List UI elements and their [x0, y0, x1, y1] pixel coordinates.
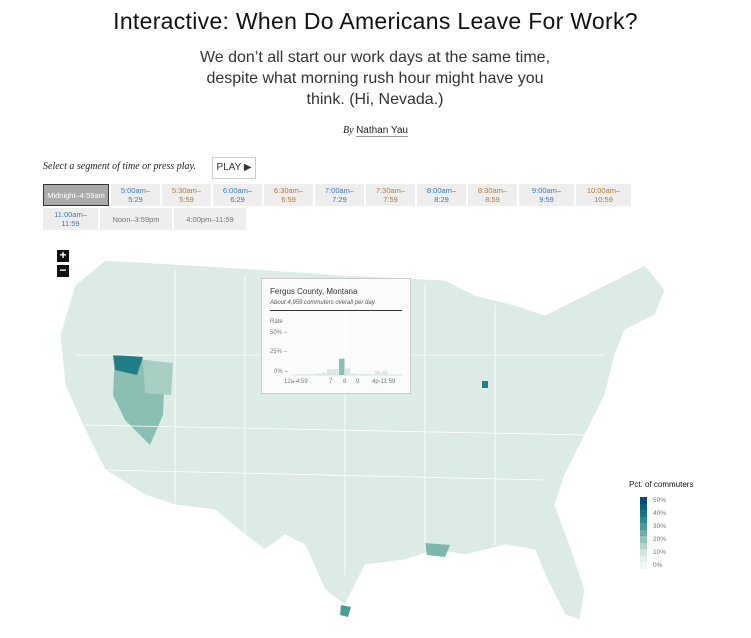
color-legend: Pct. of commuters 50% 40% 30% 20% 10% 0% [629, 480, 693, 569]
histogram-bar [315, 373, 321, 375]
histogram-bar [327, 369, 333, 375]
legend-label: 0% [653, 561, 663, 569]
histogram-bar [382, 371, 388, 375]
x-tick: 4p-11:59 [372, 379, 396, 385]
time-segment[interactable]: 8:00am– 8:29 [417, 184, 466, 206]
region-louisiana [425, 543, 450, 557]
time-segment[interactable]: 6:30am– 6:59 [264, 184, 313, 206]
region-utah [143, 360, 173, 395]
legend-swatch [640, 562, 647, 569]
play-button[interactable]: PLAY ▶ [212, 157, 256, 179]
byline-by: By [343, 125, 354, 136]
histogram-bar [375, 371, 381, 375]
histogram-bar [321, 372, 327, 375]
time-segment[interactable]: 4:00pm–11:59 [174, 208, 246, 230]
time-segment[interactable]: Midnight–4:59am [43, 184, 109, 206]
author-link[interactable]: Nathan Yau [356, 125, 408, 137]
time-segment[interactable]: 8:30am– 8:59 [468, 184, 517, 206]
x-tick: 8 [343, 379, 347, 385]
time-segment[interactable]: 7:30am– 7:59 [366, 184, 415, 206]
time-segment[interactable]: 10:00am– 10:59 [576, 184, 631, 206]
time-segment-selector: Midnight–4:59am 5:00am– 5:29 5:30am– 5:59 6… [43, 184, 633, 230]
legend-label: 50% [653, 496, 667, 504]
histogram-bar [358, 374, 364, 375]
histogram-bar [333, 369, 339, 375]
histogram-bar [351, 373, 357, 375]
time-segment[interactable]: 7:00am– 7:29 [315, 184, 364, 206]
rate-histogram [292, 358, 402, 376]
legend-label: 40% [653, 509, 667, 517]
time-segment[interactable]: Noon–3:59pm [100, 208, 172, 230]
instruction-text: Select a segment of time or press play. [43, 161, 196, 172]
county-tooltip: Fergus County, Montana About 4,959 commu… [261, 278, 411, 394]
byline: By Nathan Yau [0, 125, 751, 137]
x-tick: 9 [356, 379, 360, 385]
x-tick: 12a-4:59 [284, 379, 308, 385]
x-tick: 7 [329, 379, 333, 385]
time-segment[interactable]: 6:00am– 6:29 [213, 184, 262, 206]
histogram-bar [297, 374, 303, 375]
region-florida [340, 605, 351, 617]
legend-label: 10% [653, 548, 667, 556]
histogram-bar [345, 368, 351, 375]
legend-item: 0% [629, 562, 693, 569]
time-segment[interactable]: 5:30am– 5:59 [162, 184, 211, 206]
legend-label: 20% [653, 535, 667, 543]
time-segment[interactable]: 5:00am– 5:29 [111, 184, 160, 206]
region-ohio-hotspot [482, 381, 488, 388]
histogram-bar [339, 358, 345, 375]
legend-title: Pct. of commuters [629, 480, 694, 489]
time-segment[interactable]: 11:00am– 11:59 [43, 208, 98, 230]
time-segment[interactable]: 9:00am– 9:59 [519, 184, 574, 206]
subtitle: We don’t all start our work days at the … [199, 49, 551, 108]
histogram-bar [365, 374, 371, 375]
histogram-bar [309, 374, 315, 375]
legend-label: 30% [653, 522, 667, 530]
page-title: Interactive: When Do Americans Leave For… [113, 8, 638, 34]
